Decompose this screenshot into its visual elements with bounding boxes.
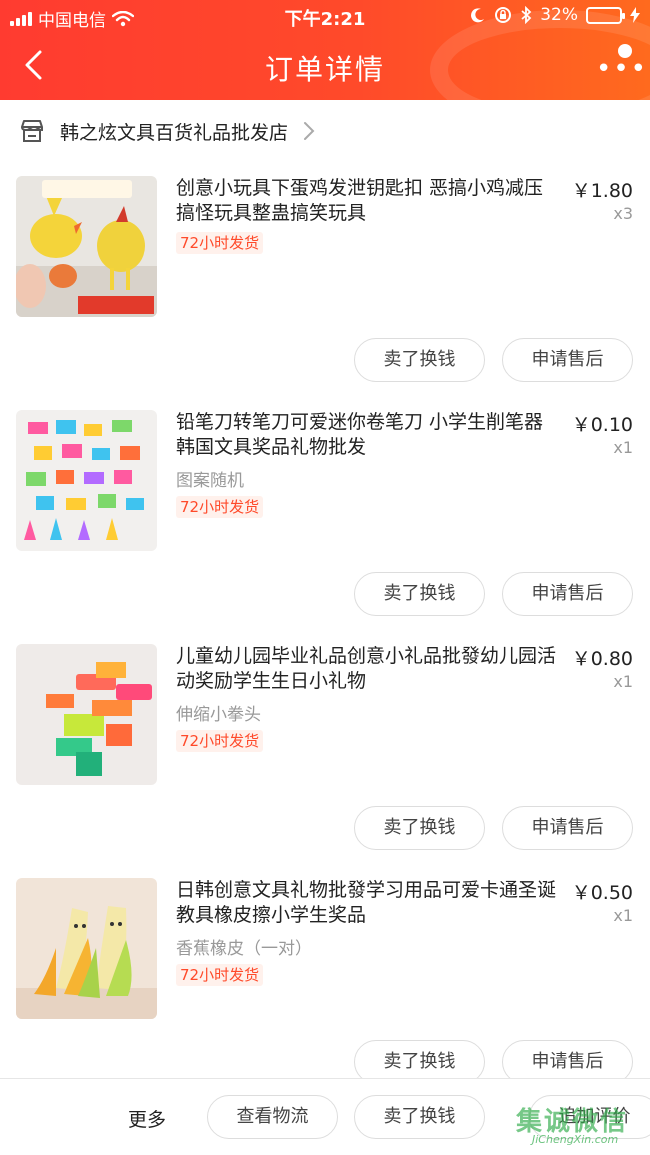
header: 中国电信 下午2:21 32% 订单详情 ••• <box>0 0 650 100</box>
more-dots-icon: ••• <box>596 54 649 84</box>
product-image[interactable] <box>16 410 157 551</box>
product-spec: 香蕉橡皮（一对） <box>176 939 312 959</box>
sell-button[interactable]: 卖了换钱 <box>354 806 485 850</box>
product-image[interactable] <box>16 644 157 785</box>
view-logistics-button[interactable]: 查看物流 <box>207 1095 338 1139</box>
product-title[interactable]: 创意小玩具下蛋鸡发泄钥匙扣 恶搞小鸡减压搞怪玩具整蛊搞笑玩具 <box>176 176 561 226</box>
sell-button[interactable]: 卖了换钱 <box>354 572 485 616</box>
moon-icon <box>471 8 485 23</box>
watermark: 集诚微信 JiChengXin.com <box>516 1099 646 1151</box>
rotation-lock-icon <box>495 7 512 23</box>
order-item: 铅笔刀转笔刀可爱迷你卷笔刀 小学生削笔器韩国文具奖品礼物批发 ￥0.10 x1 … <box>0 396 650 630</box>
product-title[interactable]: 日韩创意文具礼物批發学习用品可爱卡通圣诞教具橡皮擦小学生奖品 <box>176 878 561 928</box>
battery-percent: 32% <box>540 5 578 25</box>
navbar: 订单详情 ••• <box>0 34 650 98</box>
shop-name: 韩之炫文具百货礼品批发店 <box>60 121 289 144</box>
page-title: 订单详情 <box>264 53 385 86</box>
chevron-right-icon <box>304 122 315 140</box>
product-qty: x1 <box>613 672 633 691</box>
notification-dot <box>618 44 632 58</box>
product-title[interactable]: 儿童幼儿园毕业礼品创意小礼品批發幼儿园活动奖励学生生日小礼物 <box>176 644 561 694</box>
shipping-tag: 72小时发货 <box>176 964 264 986</box>
bluetooth-icon <box>521 6 532 24</box>
after-sales-button[interactable]: 申请售后 <box>502 572 633 616</box>
product-price: ￥0.10 <box>571 414 633 436</box>
watermark-url: JiChengXin.com <box>532 1133 619 1146</box>
shop-row[interactable]: 韩之炫文具百货礼品批发店 <box>0 100 650 162</box>
product-qty: x3 <box>613 204 633 223</box>
product-spec: 伸缩小拳头 <box>176 705 261 725</box>
product-qty: x1 <box>613 906 633 925</box>
more-button[interactable]: ••• <box>594 42 646 82</box>
status-bar: 中国电信 下午2:21 32% <box>0 0 650 34</box>
product-price: ￥1.80 <box>571 180 633 202</box>
shop-icon <box>21 120 44 142</box>
product-image[interactable] <box>16 176 157 317</box>
sell-button[interactable]: 卖了换钱 <box>354 1095 485 1139</box>
product-price: ￥0.80 <box>571 648 633 670</box>
shipping-tag: 72小时发货 <box>176 496 264 518</box>
shipping-tag: 72小时发货 <box>176 730 264 752</box>
product-qty: x1 <box>613 438 633 457</box>
after-sales-button[interactable]: 申请售后 <box>502 338 633 382</box>
more-actions-link[interactable]: 更多 <box>128 1105 166 1132</box>
sell-button[interactable]: 卖了换钱 <box>354 338 485 382</box>
product-title[interactable]: 铅笔刀转笔刀可爱迷你卷笔刀 小学生削笔器韩国文具奖品礼物批发 <box>176 410 561 460</box>
product-price: ￥0.50 <box>571 882 633 904</box>
product-image[interactable] <box>16 878 157 1019</box>
charging-icon <box>630 7 640 23</box>
product-spec: 图案随机 <box>176 471 244 491</box>
order-item: 创意小玩具下蛋鸡发泄钥匙扣 恶搞小鸡减压搞怪玩具整蛊搞笑玩具 ￥1.80 x3 … <box>0 162 650 396</box>
shipping-tag: 72小时发货 <box>176 232 264 254</box>
order-item: 儿童幼儿园毕业礼品创意小礼品批發幼儿园活动奖励学生生日小礼物 ￥0.80 x1 … <box>0 630 650 864</box>
order-item: 日韩创意文具礼物批發学习用品可爱卡通圣诞教具橡皮擦小学生奖品 ￥0.50 x1 … <box>0 864 650 1084</box>
after-sales-button[interactable]: 申请售后 <box>502 806 633 850</box>
battery-icon <box>586 6 625 24</box>
